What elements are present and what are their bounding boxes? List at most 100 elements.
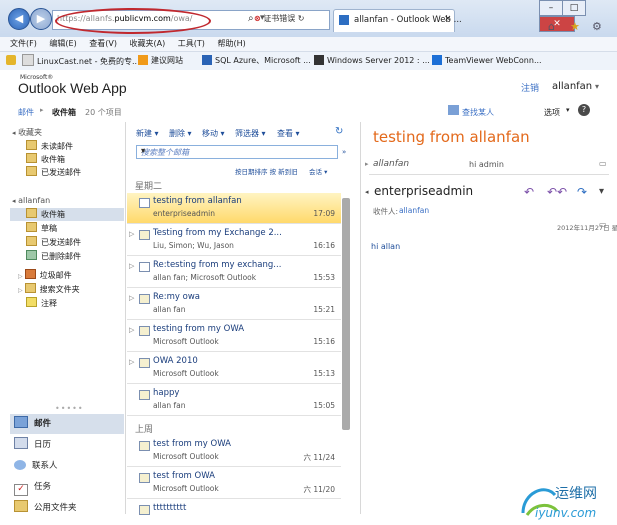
back-icon[interactable]: ◀ <box>8 8 30 30</box>
nav-tasks[interactable]: ✓ 任务 <box>10 477 51 497</box>
menu-tools[interactable]: 工具(T) <box>178 39 205 48</box>
delete-button[interactable]: 删除 ▾ <box>169 128 192 139</box>
group-header-last-week[interactable]: 上周 <box>135 422 153 435</box>
search-input[interactable]: 搜索整个邮箱 ⌕ ▾ <box>136 145 338 159</box>
to-label: 收件人: <box>373 207 399 216</box>
reading-pane: testing from allanfan ▸ allanfan hi admi… <box>360 122 617 514</box>
find-people-link[interactable]: 查找某人 <box>462 107 494 118</box>
message-row[interactable]: testing from allanfan enterpriseadmin 17… <box>127 193 341 224</box>
folder-sent-fav[interactable]: 已发送邮件 <box>26 166 81 179</box>
folder-sent[interactable]: 已发送邮件 <box>26 236 81 249</box>
menu-help[interactable]: 帮助(H) <box>217 39 245 48</box>
menu-favorites[interactable]: 收藏夹(A) <box>130 39 166 48</box>
message-sender[interactable]: enterpriseadmin <box>374 184 473 198</box>
fav-sql-azure[interactable]: SQL Azure、Microsoft ... <box>202 54 311 68</box>
divider <box>369 174 609 175</box>
refresh-icon[interactable]: ↻ <box>335 126 343 137</box>
chevron-right-icon: ▸ <box>40 106 44 114</box>
expand-icon[interactable]: » <box>342 148 346 156</box>
message-row[interactable]: ▷ Testing from my Exchange 2... Liu, Sim… <box>127 225 341 256</box>
fav-teamviewer[interactable]: TeamViewer WebConn... <box>432 54 542 68</box>
item-count: 20 个项目 <box>85 108 122 117</box>
conversation-toggle[interactable]: 会话 ▾ <box>309 166 327 176</box>
move-button[interactable]: 移动 ▾ <box>202 128 225 139</box>
message-row[interactable]: test from OWA Microsoft Outlook 六 11/20 <box>127 468 341 499</box>
fav-linuxcast[interactable]: LinuxCast.net - 免费的专... <box>22 54 140 68</box>
message-icon: ▭ <box>599 159 607 168</box>
folder-unread[interactable]: 未读邮件 <box>26 140 73 153</box>
maximize-icon[interactable]: □ <box>562 0 586 16</box>
forward-icon[interactable]: ▶ <box>30 8 52 30</box>
minimize-icon[interactable]: – <box>539 0 563 16</box>
message-date: 2012年11月27日 星 <box>557 224 617 232</box>
message-row[interactable]: happy allan fan 15:05 <box>127 385 341 416</box>
refresh-icon: ↻ <box>297 14 305 23</box>
fav-windows-server[interactable]: Windows Server 2012 : ... <box>314 54 430 68</box>
menu-edit[interactable]: 编辑(E) <box>49 39 76 48</box>
nav-calendar[interactable]: 日历 <box>10 435 51 455</box>
message-body: hi allan <box>371 242 401 251</box>
account-header[interactable]: ◂ allanfan <box>12 194 50 207</box>
collapse-icon[interactable]: ◂ <box>365 188 369 196</box>
folder-inbox[interactable]: 收件箱 <box>10 208 124 221</box>
chevron-down-icon[interactable]: ▾ <box>566 106 570 114</box>
folder-notes[interactable]: 注释 <box>26 297 57 310</box>
conversation-sender[interactable]: allanfan <box>373 159 409 169</box>
sort-label[interactable]: 按日期排序 按 新到旧 <box>235 166 298 176</box>
group-header-tuesday[interactable]: 星期二 <box>135 179 162 192</box>
collapse-icon[interactable]: ▸ <box>365 160 369 168</box>
owa-header: Microsoft® Outlook Web App 注销 allanfan ▾ <box>0 70 617 103</box>
cert-error-badge[interactable]: ⊗ 证书错误 ↻ <box>254 11 322 27</box>
nav-public-folders[interactable]: 公用文件夹 <box>10 498 77 518</box>
folder-search[interactable]: ▷ 搜索文件夹 <box>18 283 80 296</box>
gear-icon[interactable]: ⚙ <box>592 20 602 33</box>
browser-chrome: ◀ ▶ https://allanfs.publicvm.com/owa/ ⌕ … <box>0 0 617 38</box>
message-list-pane: 新建 ▾ 删除 ▾ 移动 ▾ 筛选器 ▾ 查看 ▾ ↻ 搜索整个邮箱 ⌕ ▾ »… <box>127 122 351 515</box>
owa-logo: Outlook Web App <box>18 80 127 96</box>
list-scrollbar[interactable] <box>342 198 350 430</box>
message-row[interactable]: tttttttttt <box>127 500 341 515</box>
menu-view[interactable]: 查看(V) <box>89 39 117 48</box>
fav-suggested-sites[interactable]: 建议网站 <box>138 54 183 68</box>
reply-all-icon[interactable]: ↶↶ <box>547 185 567 199</box>
message-row[interactable]: test from my OWA Microsoft Outlook 六 11/… <box>127 436 341 467</box>
resize-handle[interactable]: ••••• <box>55 404 84 413</box>
chevron-down-icon[interactable]: ▾ <box>599 186 604 197</box>
folder-drafts[interactable]: 草稿 <box>26 222 57 235</box>
chevron-down-icon[interactable]: ▾ <box>595 82 599 91</box>
folder-inbox-fav[interactable]: 收件箱 <box>26 153 65 166</box>
favorites-bar: LinuxCast.net - 免费的专... 建议网站 SQL Azure、M… <box>0 52 617 71</box>
message-row[interactable]: ▷ Re:my owa allan fan 15:21 <box>127 289 341 320</box>
forward-icon[interactable]: ↷ <box>577 185 587 199</box>
search-icon[interactable]: ⌕ <box>248 13 254 24</box>
menu-file[interactable]: 文件(F) <box>10 39 37 48</box>
favorites-star-icon[interactable]: ★ <box>570 20 580 33</box>
chevron-down-icon[interactable]: ▾ <box>141 146 333 155</box>
signout-link[interactable]: 注销 <box>521 81 539 94</box>
home-icon[interactable]: ⌂ <box>548 20 555 33</box>
favorites-header[interactable]: ◂ 收藏夹 <box>12 126 42 139</box>
breadcrumb-mail[interactable]: 邮件 <box>18 107 34 118</box>
reply-icon[interactable]: ↶ <box>524 185 534 199</box>
folder-deleted[interactable]: 已删除邮件 <box>26 250 81 263</box>
message-icon: ▭ <box>599 220 607 229</box>
message-row[interactable]: ▷ testing from my OWA Microsoft Outlook … <box>127 321 341 352</box>
options-menu[interactable]: 选项 <box>544 107 560 118</box>
tab-close-icon[interactable]: × <box>444 14 452 24</box>
message-row[interactable]: ▷ Re:testing from my exchang... allan fa… <box>127 257 341 288</box>
filter-button[interactable]: 筛选器 ▾ <box>235 128 266 139</box>
new-button[interactable]: 新建 ▾ <box>136 128 159 139</box>
help-icon[interactable]: ? <box>578 104 590 116</box>
address-book-icon[interactable] <box>448 105 459 115</box>
browser-tab[interactable]: allanfan - Outlook Web ... × <box>333 9 462 32</box>
nav-contacts[interactable]: 联系人 <box>10 456 58 476</box>
view-button[interactable]: 查看 ▾ <box>277 128 300 139</box>
favorites-star-icon[interactable] <box>6 54 19 68</box>
recipient-link[interactable]: allanfan <box>399 206 429 215</box>
message-row[interactable]: ▷ OWA 2010 Microsoft Outlook 15:13 <box>127 353 341 384</box>
menu-bar: 文件(F) 编辑(E) 查看(V) 收藏夹(A) 工具(T) 帮助(H) <box>0 37 617 52</box>
folder-junk[interactable]: ▷ 垃圾邮件 <box>18 269 72 282</box>
conversation-preview: hi admin <box>469 160 504 169</box>
nav-mail[interactable]: 邮件 <box>10 414 124 434</box>
username[interactable]: allanfan <box>552 81 592 92</box>
